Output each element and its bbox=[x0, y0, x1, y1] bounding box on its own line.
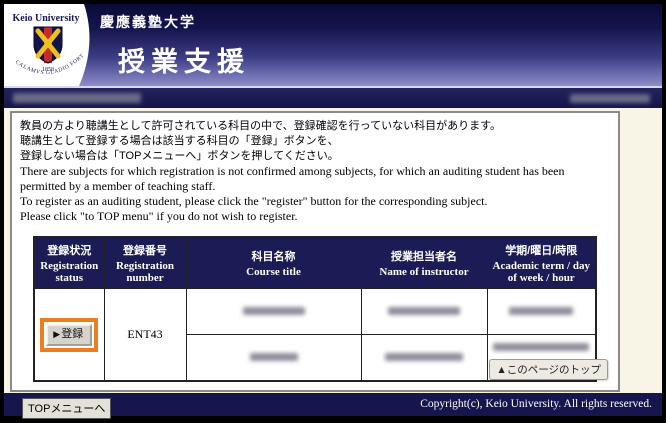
col-header-registration-number: 登録番号 Registration number bbox=[104, 237, 186, 289]
notice-en-line2: To register as an auditing student, plea… bbox=[20, 194, 610, 209]
term-cell-1 bbox=[487, 289, 596, 335]
instructor-cell-1 bbox=[361, 289, 487, 335]
user-info-bar bbox=[4, 88, 662, 108]
crest-shield bbox=[34, 27, 62, 63]
redacted-instructor bbox=[385, 353, 463, 361]
crest-university-text: Keio University bbox=[13, 13, 80, 24]
course-title-cell-2 bbox=[186, 335, 361, 382]
page-title: 授業支援 bbox=[118, 40, 250, 79]
col-header-instructor: 授業担当者名 Name of instructor bbox=[361, 237, 487, 289]
notice-jp-line3: 登録しない場合は「TOPメニューへ」ボタンを押してください。 bbox=[20, 149, 610, 164]
notice-jp-line1: 教員の方より聴講生として許可されている科目の中で、登録確認を行っていない科目があ… bbox=[20, 119, 610, 134]
registration-status-cell: ▶登録 bbox=[34, 289, 104, 382]
main-area: 教員の方より聴講生として許可されている科目の中で、登録確認を行っていない科目があ… bbox=[4, 108, 662, 393]
table-header-row: 登録状況 Registration status 登録番号 Registrati… bbox=[34, 237, 596, 289]
page-top-button[interactable]: ▲このページのトップ bbox=[489, 359, 608, 380]
redacted-instructor bbox=[388, 307, 460, 315]
notice-jp-line2: 聴講生として登録する場合は該当する科目の「登録」ボタンを、 bbox=[20, 134, 610, 149]
course-title-cell-1 bbox=[186, 289, 361, 335]
notice-en-line1: There are subjects for which registratio… bbox=[20, 164, 610, 194]
redacted-term bbox=[509, 307, 573, 315]
registration-number-cell: ENT43 bbox=[104, 289, 186, 382]
university-name-jp: 慶應義塾大学 bbox=[100, 12, 250, 32]
instructor-cell-2 bbox=[361, 335, 487, 382]
redacted-term bbox=[493, 343, 589, 351]
register-button[interactable]: ▶登録 bbox=[46, 324, 92, 346]
redacted-datetime bbox=[570, 94, 650, 103]
table-row: ▶登録 ENT43 bbox=[34, 289, 596, 335]
content-box: 教員の方より聴講生として許可されている科目の中で、登録確認を行っていない科目があ… bbox=[10, 111, 620, 392]
top-menu-button[interactable]: TOPメニューへ bbox=[22, 398, 111, 419]
register-button-highlight: ▶登録 bbox=[40, 318, 98, 352]
play-triangle-icon: ▶ bbox=[53, 329, 60, 339]
col-header-term: 学期/曜日/時限 Academic term / day of week / h… bbox=[487, 237, 596, 289]
notice-en-line3: Please click "to TOP menu" if you do not… bbox=[20, 209, 610, 224]
col-header-registration-status: 登録状況 Registration status bbox=[34, 237, 104, 289]
col-header-course-title: 科目名称 Course title bbox=[186, 237, 361, 289]
redacted-course-title bbox=[243, 307, 305, 315]
keio-crest-logo: Keio University 1858 CALAMVS GLADIO FORT… bbox=[4, 4, 114, 86]
browser-page: Keio University 1858 CALAMVS GLADIO FORT… bbox=[4, 4, 662, 416]
page-header: Keio University 1858 CALAMVS GLADIO FORT… bbox=[4, 4, 662, 86]
redacted-course-title bbox=[250, 353, 298, 361]
redacted-user-name bbox=[13, 93, 141, 103]
